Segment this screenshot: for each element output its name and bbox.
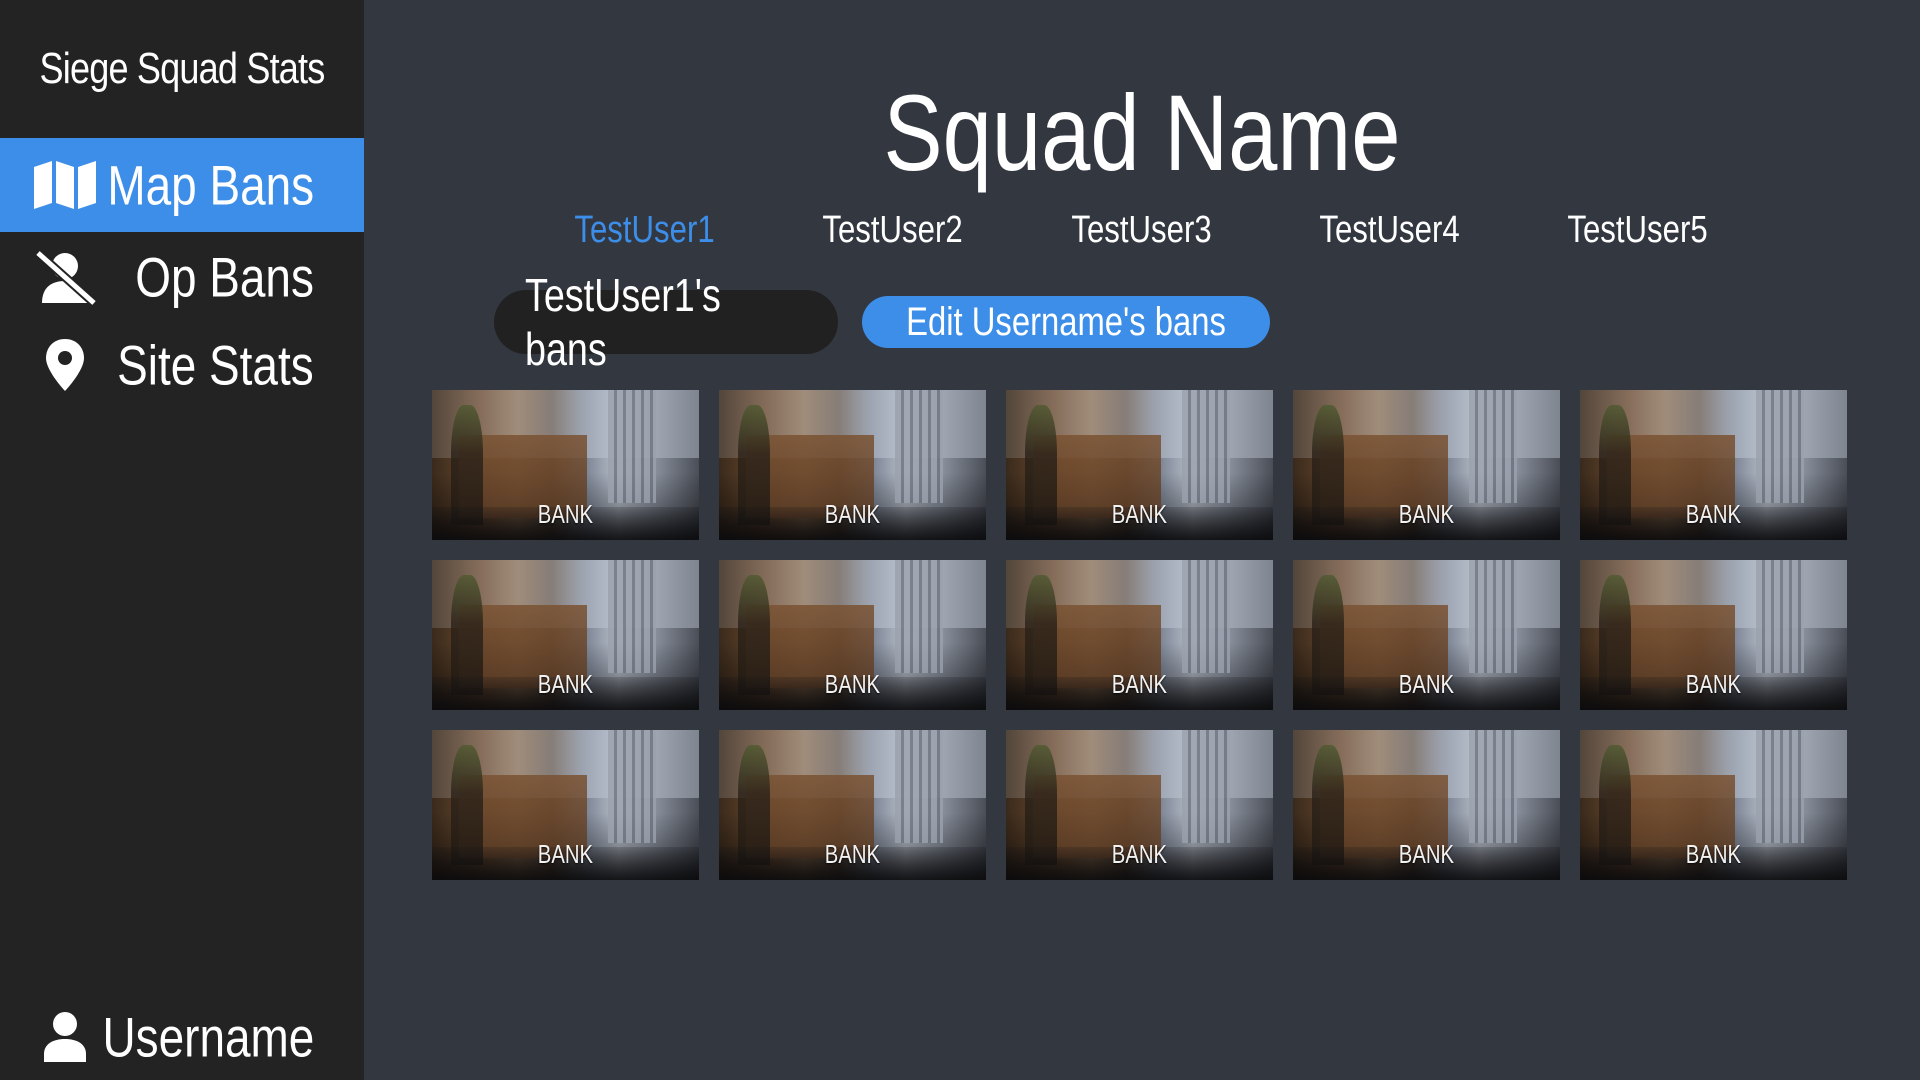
user-icon xyxy=(30,1007,100,1067)
map-card[interactable]: BANK xyxy=(1293,390,1560,540)
tab-label: TestUser1 xyxy=(574,208,716,251)
sidebar-item-label: Site Stats xyxy=(117,333,314,397)
map-name: BANK xyxy=(1580,499,1847,530)
map-name: BANK xyxy=(1293,669,1560,700)
tab-label: TestUser3 xyxy=(1071,208,1213,251)
map-thumbnail-tower xyxy=(1182,730,1231,843)
map-card[interactable]: BANK xyxy=(1580,390,1847,540)
map-name-text: BANK xyxy=(824,839,881,869)
map-name-text: BANK xyxy=(537,669,594,699)
map-card[interactable]: BANK xyxy=(1293,560,1560,710)
map-name-text: BANK xyxy=(1398,839,1455,869)
map-name-text: BANK xyxy=(1685,839,1742,869)
map-name-text: BANK xyxy=(1111,669,1168,699)
map-name: BANK xyxy=(719,669,986,700)
map-name-text: BANK xyxy=(1685,499,1742,529)
map-name: BANK xyxy=(432,499,699,530)
sidebar: Siege Squad Stats Map Bans Op Bans Site … xyxy=(0,0,364,1080)
map-name: BANK xyxy=(1293,499,1560,530)
map-name: BANK xyxy=(1006,499,1273,530)
tab-label: TestUser4 xyxy=(1319,208,1461,251)
map-card[interactable]: BANK xyxy=(432,560,699,710)
map-name-text: BANK xyxy=(537,499,594,529)
user-tabs: TestUser1 TestUser2 TestUser3 TestUser4 … xyxy=(545,200,1785,260)
tab-label: TestUser5 xyxy=(1567,208,1709,251)
map-thumbnail-tower xyxy=(1182,560,1231,673)
map-card[interactable]: BANK xyxy=(1293,730,1560,880)
map-thumbnail-tower xyxy=(608,390,657,503)
map-thumbnail-tower xyxy=(1469,560,1518,673)
map-name: BANK xyxy=(432,839,699,870)
map-card[interactable]: BANK xyxy=(719,560,986,710)
user-bans-heading: TestUser1's bans xyxy=(494,269,838,375)
map-thumbnail-tower xyxy=(895,390,944,503)
map-name-text: BANK xyxy=(1111,499,1168,529)
tab-testuser5[interactable]: TestUser5 xyxy=(1538,200,1738,260)
app-root: Siege Squad Stats Map Bans Op Bans Site … xyxy=(0,0,1920,1080)
account-username: Username xyxy=(102,1005,314,1069)
map-card[interactable]: BANK xyxy=(1580,730,1847,880)
map-name: BANK xyxy=(1293,839,1560,870)
map-name: BANK xyxy=(719,839,986,870)
map-name: BANK xyxy=(719,499,986,530)
sidebar-item-op-bans[interactable]: Op Bans xyxy=(0,230,364,324)
map-card[interactable]: BANK xyxy=(432,730,699,880)
app-title: Siege Squad Stats xyxy=(39,44,326,93)
map-name-text: BANK xyxy=(1398,669,1455,699)
map-card[interactable]: BANK xyxy=(1580,560,1847,710)
map-name-text: BANK xyxy=(824,499,881,529)
tab-testuser4[interactable]: TestUser4 xyxy=(1290,200,1490,260)
sidebar-account[interactable]: Username xyxy=(0,990,364,1080)
map-card[interactable]: BANK xyxy=(1006,730,1273,880)
user-bans-heading-text: TestUser1's bans xyxy=(524,269,721,375)
map-thumbnail-tower xyxy=(1469,390,1518,503)
map-thumbnail-tower xyxy=(1469,730,1518,843)
map-thumbnail-tower xyxy=(608,560,657,673)
map-name-text: BANK xyxy=(1398,499,1455,529)
map-name: BANK xyxy=(1580,669,1847,700)
map-card[interactable]: BANK xyxy=(719,390,986,540)
location-pin-icon xyxy=(30,335,100,395)
map-card[interactable]: BANK xyxy=(432,390,699,540)
map-thumbnail-tower xyxy=(1182,390,1231,503)
map-name-text: BANK xyxy=(1685,669,1742,699)
sidebar-item-label: Op Bans xyxy=(135,245,314,309)
edit-bans-button-label: Edit Username's bans xyxy=(906,299,1226,344)
map-name: BANK xyxy=(1006,839,1273,870)
map-thumbnail-tower xyxy=(895,560,944,673)
map-icon xyxy=(30,155,100,215)
map-name: BANK xyxy=(432,669,699,700)
map-name: BANK xyxy=(1580,839,1847,870)
tab-testuser1[interactable]: TestUser1 xyxy=(545,200,745,260)
tab-testuser2[interactable]: TestUser2 xyxy=(793,200,993,260)
sidebar-item-site-stats[interactable]: Site Stats xyxy=(0,318,364,412)
edit-bans-button[interactable]: Edit Username's bans xyxy=(862,296,1270,348)
map-card[interactable]: BANK xyxy=(719,730,986,880)
map-name-text: BANK xyxy=(824,669,881,699)
map-thumbnail-tower xyxy=(608,730,657,843)
sidebar-item-map-bans[interactable]: Map Bans xyxy=(0,138,364,232)
map-name-text: BANK xyxy=(537,839,594,869)
map-name-text: BANK xyxy=(1111,839,1168,869)
map-thumbnail-tower xyxy=(1756,390,1805,503)
tab-testuser3[interactable]: TestUser3 xyxy=(1042,200,1242,260)
tab-label: TestUser2 xyxy=(822,208,964,251)
map-thumbnail-tower xyxy=(1756,560,1805,673)
map-card[interactable]: BANK xyxy=(1006,560,1273,710)
user-slash-icon xyxy=(30,247,100,307)
map-thumbnail-tower xyxy=(1756,730,1805,843)
sidebar-item-label: Map Bans xyxy=(107,153,314,217)
map-grid: BANK BANK BANK BANK BANK BANK BANK BANK BANK BANK… xyxy=(432,390,1848,880)
map-card[interactable]: BANK xyxy=(1006,390,1273,540)
map-name: BANK xyxy=(1006,669,1273,700)
page-title: Squad Name xyxy=(883,72,1401,193)
map-thumbnail-tower xyxy=(895,730,944,843)
